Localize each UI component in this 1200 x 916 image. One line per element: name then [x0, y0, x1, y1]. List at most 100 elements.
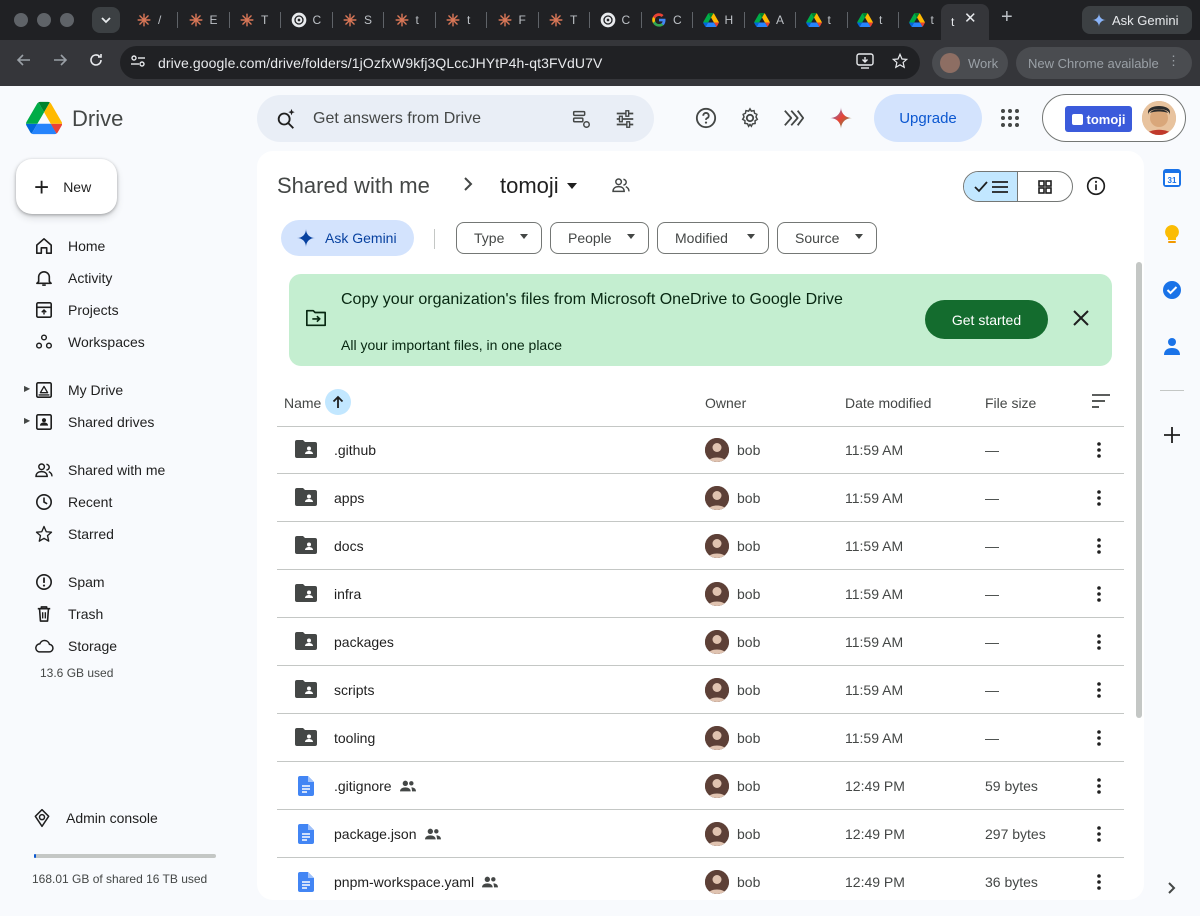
close-banner-icon[interactable] — [1072, 309, 1090, 332]
sidebar-item-starred[interactable]: Starred — [0, 518, 240, 550]
search-input[interactable]: Get answers from Drive — [313, 110, 481, 128]
site-settings-icon[interactable] — [130, 54, 150, 71]
profile-button[interactable]: Work — [932, 47, 1008, 79]
file-row[interactable]: .gitignore bob 12:49 PM 59 bytes — [277, 762, 1124, 810]
filter-people[interactable]: People — [550, 222, 649, 254]
search-filter-options-icon[interactable] — [570, 108, 592, 135]
column-header-name[interactable]: Name — [284, 395, 321, 411]
sidebar-item-projects[interactable]: Projects — [0, 294, 240, 326]
filter-type[interactable]: Type — [456, 222, 542, 254]
browser-tab[interactable]: F — [487, 6, 534, 34]
drive-search-bar[interactable]: Get answers from Drive — [257, 95, 654, 142]
browser-tab[interactable]: / — [126, 6, 173, 34]
drive-logo-icon[interactable] — [26, 101, 62, 135]
browser-tab[interactable]: T — [538, 6, 585, 34]
expand-side-panel-icon[interactable] — [1162, 878, 1182, 898]
file-row[interactable]: apps bob 11:59 AM — — [277, 474, 1124, 522]
help-icon[interactable] — [694, 106, 718, 130]
filter-source[interactable]: Source — [777, 222, 877, 254]
row-more-actions-button[interactable] — [1089, 584, 1109, 604]
browser-tab[interactable]: t — [435, 6, 482, 34]
ask-gemini-button[interactable]: Ask Gemini — [281, 220, 414, 256]
address-bar[interactable]: drive.google.com/drive/folders/1jOzfxW9k… — [120, 46, 920, 79]
new-button[interactable]: + New — [16, 159, 117, 214]
column-header-owner[interactable]: Owner — [705, 395, 746, 411]
row-more-actions-button[interactable] — [1089, 728, 1109, 748]
row-more-actions-button[interactable] — [1089, 488, 1109, 508]
sidebar-item-recent[interactable]: Recent — [0, 486, 240, 518]
keep-icon[interactable] — [1162, 224, 1182, 244]
column-header-file-size[interactable]: File size — [985, 395, 1036, 411]
expand-caret-icon[interactable]: ▶ — [24, 384, 30, 393]
column-header-date-modified[interactable]: Date modified — [845, 395, 931, 411]
shared-folder-people-icon[interactable] — [611, 177, 631, 198]
sidebar-item-trash[interactable]: Trash — [0, 598, 240, 630]
gemini-sparkle-icon[interactable] — [829, 106, 853, 130]
sidebar-item-workspaces[interactable]: Workspaces — [0, 326, 240, 358]
file-row[interactable]: packages bob 11:59 AM — — [277, 618, 1124, 666]
breadcrumb-current-folder[interactable]: tomoji — [500, 173, 577, 199]
minimize-window-button[interactable] — [37, 13, 51, 27]
file-row[interactable]: pnpm-workspace.yaml bob 12:49 PM 36 bytes — [277, 858, 1124, 900]
reload-button[interactable] — [88, 52, 104, 73]
chrome-update-button[interactable]: New Chrome available ⋮ — [1016, 47, 1192, 79]
sidebar-item-storage[interactable]: Storage — [0, 630, 240, 662]
sidebar-item-shared-with-me[interactable]: Shared with me — [0, 454, 240, 486]
grid-view-button[interactable] — [1018, 172, 1072, 201]
get-started-button[interactable]: Get started — [925, 300, 1048, 339]
row-more-actions-button[interactable] — [1089, 680, 1109, 700]
forward-button[interactable] — [52, 52, 68, 73]
settings-gear-icon[interactable] — [738, 106, 762, 130]
browser-tab[interactable]: t — [847, 6, 894, 34]
flows-icon[interactable] — [782, 106, 806, 130]
file-row[interactable]: infra bob 11:59 AM — — [277, 570, 1124, 618]
browser-tab[interactable]: E — [178, 6, 225, 34]
browser-tab[interactable]: t — [796, 6, 843, 34]
file-row[interactable]: docs bob 11:59 AM — — [277, 522, 1124, 570]
account-switcher[interactable]: tomoji — [1042, 94, 1186, 142]
browser-tab[interactable]: H — [693, 6, 740, 34]
row-more-actions-button[interactable] — [1089, 632, 1109, 652]
new-tab-button[interactable]: + — [1001, 6, 1013, 29]
browser-tab[interactable]: t — [384, 6, 431, 34]
admin-console-link[interactable]: Admin console — [32, 808, 158, 828]
tune-icon[interactable] — [614, 108, 636, 135]
file-list-scrollbar[interactable] — [1136, 262, 1142, 718]
sidebar-item-shared-drives[interactable]: ▶ Shared drives — [0, 406, 240, 438]
row-more-actions-button[interactable] — [1089, 824, 1109, 844]
filter-modified[interactable]: Modified — [657, 222, 769, 254]
back-button[interactable] — [16, 52, 32, 73]
browser-tab[interactable]: T — [229, 6, 276, 34]
browser-tab[interactable]: C — [590, 6, 637, 34]
browser-tab[interactable]: C — [281, 6, 328, 34]
sidebar-item-my-drive[interactable]: ▶ My Drive — [0, 374, 240, 406]
calendar-icon[interactable]: 31 — [1162, 168, 1182, 188]
sort-options-icon[interactable] — [1091, 393, 1111, 414]
list-view-button[interactable] — [964, 172, 1019, 201]
row-more-actions-button[interactable] — [1089, 872, 1109, 892]
row-more-actions-button[interactable] — [1089, 776, 1109, 796]
upgrade-button[interactable]: Upgrade — [874, 94, 982, 142]
browser-tab[interactable]: S — [332, 6, 379, 34]
browser-tab[interactable]: C — [641, 6, 688, 34]
browser-tab[interactable]: A — [744, 6, 791, 34]
close-window-button[interactable] — [14, 13, 28, 27]
breadcrumb-shared-with-me[interactable]: Shared with me — [277, 173, 430, 199]
row-more-actions-button[interactable] — [1089, 536, 1109, 556]
sidebar-item-spam[interactable]: Spam — [0, 566, 240, 598]
expand-caret-icon[interactable]: ▶ — [24, 416, 30, 425]
contacts-icon[interactable] — [1162, 336, 1182, 356]
sort-ascending-button[interactable] — [325, 389, 351, 415]
info-icon[interactable] — [1086, 176, 1106, 201]
row-more-actions-button[interactable] — [1089, 440, 1109, 460]
maximize-window-button[interactable] — [60, 13, 74, 27]
sidebar-item-home[interactable]: Home — [0, 230, 240, 262]
install-app-icon[interactable] — [856, 53, 874, 72]
browser-ask-gemini-button[interactable]: Ask Gemini — [1082, 6, 1192, 34]
file-row[interactable]: tooling bob 11:59 AM — — [277, 714, 1124, 762]
close-tab-icon[interactable]: ✕ — [964, 9, 977, 27]
file-row[interactable]: package.json bob 12:49 PM 297 bytes — [277, 810, 1124, 858]
apps-grid-icon[interactable] — [998, 106, 1022, 130]
bookmark-star-icon[interactable] — [891, 52, 909, 72]
file-row[interactable]: scripts bob 11:59 AM — — [277, 666, 1124, 714]
